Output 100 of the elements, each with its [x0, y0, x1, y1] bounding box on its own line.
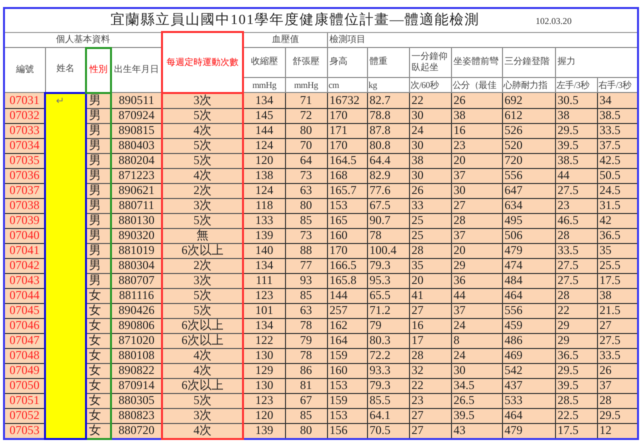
table-cell: 6次以上	[162, 333, 243, 348]
table-cell: 120	[243, 153, 285, 168]
table-cell: 129	[243, 363, 285, 378]
table-cell: 5次	[162, 288, 243, 303]
table-cell: 22	[409, 92, 451, 108]
table-cell: 5次	[162, 138, 243, 153]
table-cell: 男	[86, 198, 111, 213]
table-cell: 5次	[162, 213, 243, 228]
table-cell: 男	[86, 153, 111, 168]
table-cell: 120	[243, 408, 285, 423]
table-cell: 880130	[111, 213, 162, 228]
table-cell: 5次	[162, 393, 243, 408]
column-header: 身高	[327, 48, 367, 78]
table-cell: 556	[502, 303, 555, 318]
table-cell: 38.5	[555, 153, 597, 168]
table-cell: 女	[86, 423, 111, 438]
table-cell: 22	[555, 303, 597, 318]
selected-cell[interactable]	[45, 423, 86, 438]
table-cell: 880305	[111, 393, 162, 408]
table-cell: 50.5	[597, 168, 638, 183]
column-header: 三分鐘登階	[502, 48, 555, 78]
table-cell: 78	[285, 318, 327, 333]
table-cell: 890621	[111, 183, 162, 198]
table-cell: 79.3	[367, 378, 409, 393]
unit-label: mmHg	[285, 78, 327, 92]
table-cell: 36.5	[555, 348, 597, 363]
table-cell: 21.5	[597, 303, 638, 318]
table-cell: 27.5	[555, 273, 597, 288]
table-cell: 63	[285, 303, 327, 318]
table-cell: 85	[285, 408, 327, 423]
table-cell: 35	[597, 243, 638, 258]
table-cell: 39.5	[451, 408, 502, 423]
table-cell: 73	[285, 228, 327, 243]
table-cell: 07045	[4, 303, 45, 318]
table-cell: 男	[86, 108, 111, 123]
table-cell: 156	[327, 423, 367, 438]
table-cell: 520	[502, 138, 555, 153]
selected-cell[interactable]: ↵	[45, 92, 86, 108]
table-cell: 26	[451, 92, 502, 108]
table-cell: 30.5	[555, 92, 597, 108]
table-cell: 79	[285, 333, 327, 348]
table-cell: 34.5	[451, 378, 502, 393]
table-cell: 144	[327, 288, 367, 303]
table-cell: 07051	[4, 393, 45, 408]
table-cell: 29	[555, 318, 597, 333]
table-cell: 122	[243, 333, 285, 348]
table-cell: 36.5	[597, 228, 638, 243]
table-cell: 16	[409, 318, 451, 333]
table-cell: 07040	[4, 228, 45, 243]
table-cell: 4次	[162, 123, 243, 138]
table-cell: 33	[409, 198, 451, 213]
table-cell: 533	[502, 393, 555, 408]
table-cell: 38	[451, 108, 502, 123]
table-cell: 5次	[162, 108, 243, 123]
table-cell: 692	[502, 92, 555, 108]
table-cell: 890806	[111, 318, 162, 333]
unit-label: mmHg	[243, 78, 285, 92]
column-header: 每週定時運動次數	[162, 32, 243, 92]
table-cell: 159	[327, 348, 367, 363]
table-cell: 07032	[4, 108, 45, 123]
table-cell: 257	[327, 303, 367, 318]
table-cell: 77.6	[367, 183, 409, 198]
table-cell: 44	[555, 168, 597, 183]
table-cell: 63	[285, 183, 327, 198]
table-cell: 556	[502, 168, 555, 183]
table-cell: 437	[502, 378, 555, 393]
table-cell: 29	[555, 333, 597, 348]
table-cell: 164.5	[327, 153, 367, 168]
table-cell: 4次	[162, 423, 243, 438]
table-cell: 170	[327, 138, 367, 153]
table-cell: 2次	[162, 183, 243, 198]
column-header: 體重	[367, 48, 409, 78]
table-cell: 27	[409, 303, 451, 318]
table-cell: 07038	[4, 198, 45, 213]
table-cell: 80	[285, 123, 327, 138]
column-header: 性別	[86, 48, 111, 92]
table-cell: 165	[327, 213, 367, 228]
table-cell: 5次	[162, 153, 243, 168]
table-cell: 24	[409, 123, 451, 138]
table-cell: 647	[502, 183, 555, 198]
table-cell: 71.2	[367, 303, 409, 318]
table-cell: 80	[285, 198, 327, 213]
table-cell: 20	[451, 153, 502, 168]
table-cell: 23	[451, 138, 502, 153]
table-cell: 464	[502, 408, 555, 423]
table-cell: 男	[86, 273, 111, 288]
group-header: 血壓值	[243, 32, 327, 48]
table-cell: 36	[451, 273, 502, 288]
table-cell: 女	[86, 288, 111, 303]
table-cell: 07035	[4, 153, 45, 168]
table-cell: 134	[243, 92, 285, 108]
table-cell: 124	[243, 138, 285, 153]
unit-label: 公分（最佳	[451, 78, 502, 92]
table-cell: 42	[597, 213, 638, 228]
table-cell: 12	[597, 423, 638, 438]
table-cell: 27.5	[597, 333, 638, 348]
table-cell: 95.3	[367, 273, 409, 288]
table-cell: 07052	[4, 408, 45, 423]
table-cell: 165.7	[327, 183, 367, 198]
table-cell: 159	[327, 393, 367, 408]
